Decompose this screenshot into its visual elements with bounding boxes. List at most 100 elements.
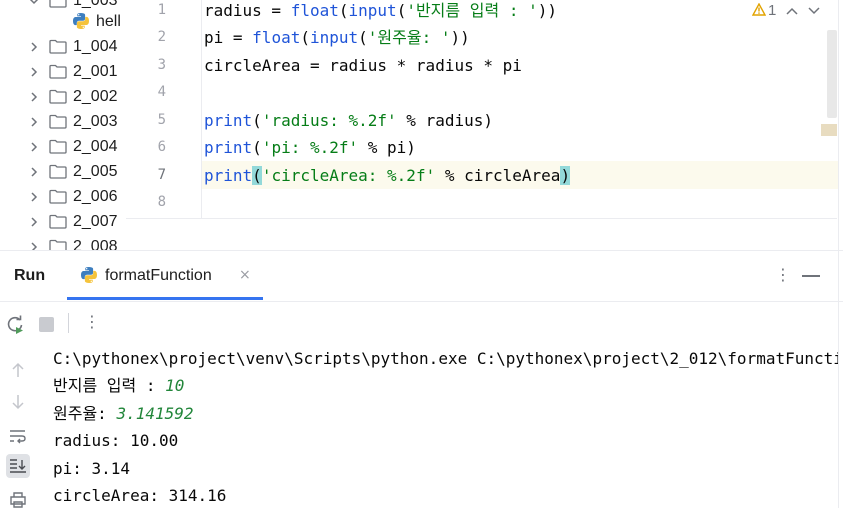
code-token: )) [537,1,557,20]
line-number: 7 [157,167,166,183]
code-editor[interactable]: 1 2 3 4 5 6 7 8 radius = float(input('반지… [126,0,843,250]
editor-bottom-border [126,218,837,219]
line-number: 3 [157,57,166,73]
run-toolbar: ⋮ [0,302,843,342]
code-token: % radius) [396,111,493,130]
tree-item-label: 1_004 [73,37,118,55]
editor-scrollbar-thumb[interactable] [827,30,837,118]
builtin-token: print [204,111,253,130]
arrow-up-icon[interactable] [6,358,30,382]
inspection-widget[interactable]: 1 [751,2,820,19]
run-tab-formatFunction[interactable]: formatFunction × [67,251,263,301]
chevron-right-icon[interactable] [27,215,41,229]
window-right-border [838,0,839,508]
line-number: 8 [157,194,166,210]
code-line[interactable]: circleArea = radius * radius * pi [204,56,522,76]
console-text: C:\pythonex\project\venv\Scripts\python.… [53,349,838,368]
tree-item-2_003[interactable]: 2_003 [0,109,126,134]
python-run-icon [80,266,98,288]
tree-item-2_008[interactable]: 2_008 [0,234,126,250]
builtin-token: float [290,1,339,20]
code-line[interactable]: print('pi: %.2f' % pi) [204,138,416,158]
chevron-down-icon[interactable] [808,4,820,18]
builtin-token: print [204,138,253,157]
builtin-token: input [309,28,359,47]
tree-item-python-file[interactable]: hell [0,9,126,34]
tree-item-2_005[interactable]: 2_005 [0,159,126,184]
code-token: % circleArea [435,166,561,185]
chevron-right-icon[interactable] [27,240,41,250]
tree-item-2_002[interactable]: 2_002 [0,84,126,109]
warning-count: 1 [768,2,777,19]
run-tool-window-header: Run formatFunction × ⋮ [0,251,843,301]
tree-item-2_004[interactable]: 2_004 [0,134,126,159]
code-token: ( [358,28,368,47]
code-token: )) [450,28,470,47]
builtin-token: print [204,166,253,185]
console-line: 원주율: 3.141592 [53,403,194,425]
code-token: radius = [204,1,291,20]
minimize-icon[interactable] [802,275,820,277]
more-options-icon[interactable]: ⋮ [84,312,100,331]
tree-item-label: 2_003 [73,112,118,130]
code-token: circleArea = radius * radius * pi [204,56,522,75]
folder-icon [49,89,67,108]
code-token: ( [252,111,262,130]
print-icon[interactable] [6,488,30,508]
tree-item-1_004[interactable]: 1_004 [0,34,126,59]
tree-item-label: 2_006 [73,187,118,205]
tree-item-label: 2_002 [73,87,118,105]
chevron-right-icon[interactable] [27,190,41,204]
tree-item-label: 2_008 [73,237,118,251]
chevron-up-icon[interactable] [786,4,798,18]
chevron-right-icon[interactable] [27,65,41,79]
line-number: 6 [157,139,166,155]
chevron-down-icon[interactable] [27,0,41,8]
rerun-icon[interactable] [4,313,26,339]
tree-item-2_006[interactable]: 2_006 [0,184,126,209]
chevron-right-icon[interactable] [27,40,41,54]
code-line[interactable]: print('radius: %.2f' % radius) [204,111,493,131]
tree-item-label: 2_007 [73,212,118,230]
stop-icon[interactable] [39,317,54,332]
close-icon[interactable]: × [239,267,251,283]
soft-wrap-icon[interactable] [6,424,30,448]
console-line: pi: 3.14 [53,458,130,480]
console-side-toolbar [0,342,36,508]
scrollbar-warning-marker[interactable] [821,124,837,136]
chevron-right-icon[interactable] [27,115,41,129]
folder-icon [49,114,67,133]
console-prompt: 원주율: [53,404,117,423]
chevron-right-icon[interactable] [27,140,41,154]
string-token: '반지름 입력 : ' [406,1,538,20]
folder-icon [49,189,67,208]
console-output[interactable]: C:\pythonex\project\venv\Scripts\python.… [38,342,838,508]
more-options-icon[interactable]: ⋮ [775,265,791,284]
folder-icon [49,39,67,58]
code-token: pi = [204,28,253,47]
code-token: ( [252,138,262,157]
run-panel-title: Run [14,267,46,284]
tree-item-label: 2_001 [73,62,118,80]
folder-icon [49,214,67,233]
code-line[interactable]: radius = float(input('반지름 입력 : ')) [204,1,557,21]
tree-item-2_001[interactable]: 2_001 [0,59,126,84]
scroll-to-end-icon[interactable] [6,454,30,478]
tree-item-label: hell [96,12,121,30]
code-line[interactable]: pi = float(input('원주율: ')) [204,28,470,48]
console-user-input: 3.141592 [116,404,194,423]
code-token: ( [300,28,310,47]
python-file-icon [72,12,90,34]
console-text: pi: 3.14 [53,459,131,478]
code-token: % pi) [358,138,416,157]
tree-item-2_007[interactable]: 2_007 [0,209,126,234]
chevron-right-icon[interactable] [27,90,41,104]
code-line[interactable]: print('circleArea: %.2f' % circleArea) [204,166,571,186]
line-number: 2 [157,29,166,45]
arrow-down-icon[interactable] [6,390,30,414]
chevron-right-icon[interactable] [27,165,41,179]
console-text: radius: 10.00 [53,431,179,450]
line-number-gutter[interactable]: 1 2 3 4 5 6 7 8 [126,0,201,218]
line-number: 1 [157,2,166,18]
run-tab-label: formatFunction [105,267,212,284]
